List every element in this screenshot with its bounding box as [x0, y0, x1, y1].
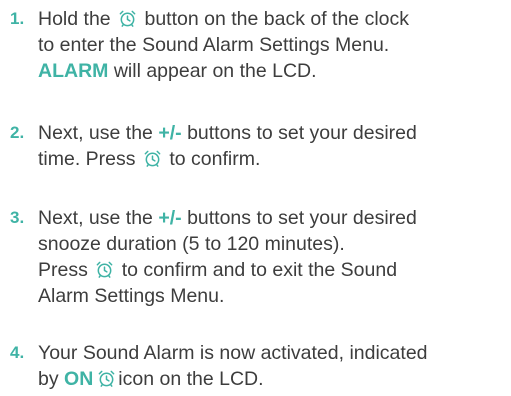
step-text: Your Sound Alarm is now activated, indic… [38, 342, 428, 390]
step-number: 3. [10, 208, 25, 227]
plus-minus-label: +/- [158, 122, 182, 144]
step-text: Next, use the +/- buttons to set your de… [38, 122, 417, 170]
step-text: Next, use the +/- buttons to set your de… [38, 207, 417, 307]
step-number: 1. [10, 9, 25, 28]
alarm-clock-icon [97, 369, 116, 388]
step-number: 2. [10, 123, 25, 142]
step-text: Hold the button on the back of the clock… [38, 8, 409, 82]
lcd-label-on: ON [64, 368, 94, 390]
alarm-clock-icon [95, 260, 114, 279]
step-number: 4. [10, 343, 25, 362]
alarm-clock-icon [143, 149, 162, 168]
alarm-clock-icon [118, 9, 137, 28]
plus-minus-label: +/- [158, 207, 182, 229]
lcd-label-alarm: ALARM [38, 60, 109, 82]
